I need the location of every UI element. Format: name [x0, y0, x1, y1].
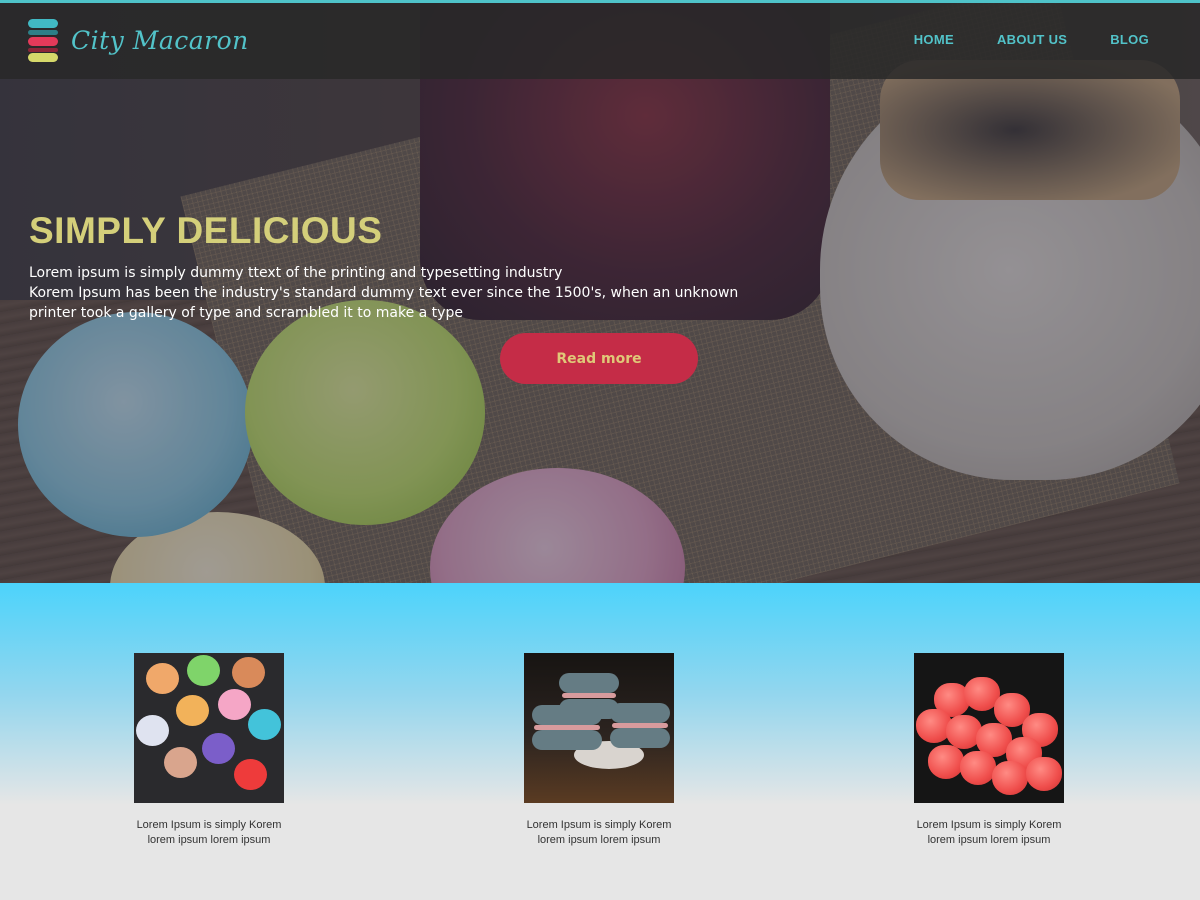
caption-line: lorem ipsum lorem ipsum — [537, 834, 661, 846]
feature-card: Lorem Ipsum is simply Korem lorem ipsum … — [129, 653, 289, 848]
read-more-button[interactable]: Read more — [500, 333, 698, 384]
hero-text-line: printer took a gallery of type and scram… — [29, 305, 463, 321]
hero-title: SIMPLY DELICIOUS — [29, 210, 383, 251]
feature-caption: Lorem Ipsum is simply Korem lorem ipsum … — [909, 818, 1069, 848]
macaron-stand-image[interactable] — [524, 653, 674, 803]
nav-blog-link[interactable]: BLOG — [1110, 32, 1149, 47]
heart-macarons-image[interactable] — [914, 653, 1064, 803]
feature-caption: Lorem Ipsum is simply Korem lorem ipsum … — [519, 818, 679, 848]
features-section: Lorem Ipsum is simply Korem lorem ipsum … — [0, 583, 1200, 900]
caption-line: Lorem Ipsum is simply Korem — [526, 819, 672, 831]
nav-about-us-link[interactable]: ABOUT US — [997, 32, 1067, 47]
hero-text-line: Korem Ipsum has been the industry's stan… — [29, 285, 739, 301]
feature-caption: Lorem Ipsum is simply Korem lorem ipsum … — [129, 818, 289, 848]
feature-card: Lorem Ipsum is simply Korem lorem ipsum … — [909, 653, 1069, 848]
hero-description: Lorem ipsum is simply dummy ttext of the… — [29, 263, 739, 323]
caption-line: Lorem Ipsum is simply Korem — [136, 819, 282, 831]
caption-line: lorem ipsum lorem ipsum — [927, 834, 1051, 846]
feature-card: Lorem Ipsum is simply Korem lorem ipsum … — [519, 653, 679, 848]
top-accent-line — [0, 0, 1200, 3]
logo[interactable]: City Macaron — [28, 18, 249, 62]
macaron-stack-icon — [28, 18, 58, 62]
caption-line: lorem ipsum lorem ipsum — [147, 834, 271, 846]
site-header: City Macaron HOME ABOUT US BLOG — [0, 3, 1200, 79]
caption-line: Lorem Ipsum is simply Korem — [916, 819, 1062, 831]
main-nav: HOME ABOUT US BLOG — [914, 32, 1149, 47]
logo-text: City Macaron — [71, 25, 249, 55]
hero-text-line: Lorem ipsum is simply dummy ttext of the… — [29, 265, 563, 281]
macaron-assortment-image[interactable] — [134, 653, 284, 803]
nav-home-link[interactable]: HOME — [914, 32, 954, 47]
